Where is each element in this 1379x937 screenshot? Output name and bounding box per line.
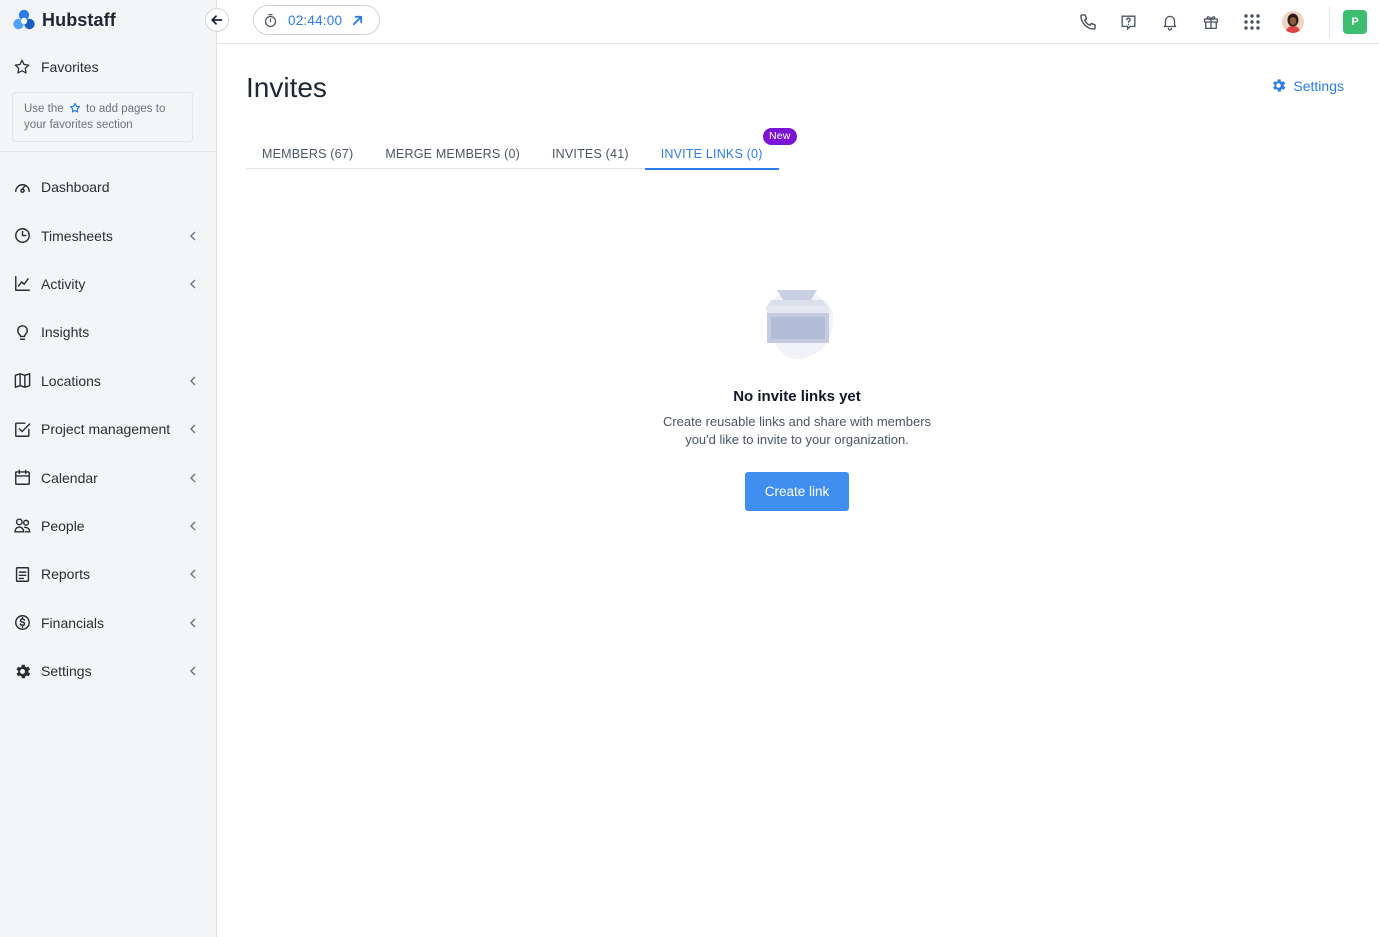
checkbox-icon [13, 420, 32, 439]
map-icon [13, 371, 32, 390]
new-badge: New [762, 128, 797, 145]
chevron-left-icon [188, 279, 198, 289]
user-menu-button[interactable] [1272, 0, 1313, 44]
notifications-button[interactable] [1149, 0, 1190, 44]
sidebar-divider [0, 151, 216, 152]
sidebar-item-project-management[interactable]: Project management [0, 405, 216, 453]
chevron-left-icon [188, 666, 198, 676]
favorites-hint-before: Use the [24, 103, 64, 115]
sidebar-item-reports[interactable]: Reports [0, 550, 216, 598]
chevron-left-icon [188, 521, 198, 531]
sidebar-item-activity[interactable]: Activity [0, 260, 216, 308]
avatar [1281, 11, 1304, 33]
activity-chart-icon [13, 274, 32, 293]
dollar-icon [13, 613, 32, 632]
sidebar-item-label: People [41, 517, 85, 534]
chevron-left-icon [188, 424, 198, 434]
sidebar-item-label: Timesheets [41, 227, 113, 244]
empty-state-desc-line: Create reusable links and share with mem… [662, 414, 932, 429]
tab-invite-links[interactable]: INVITE LINKS (0) New [644, 128, 797, 170]
empty-state-desc-line: you'd like to invite to your organizatio… [685, 431, 909, 447]
favorites-hint: Use the to add pages to your favorites s… [12, 92, 193, 142]
sidebar-item-settings[interactable]: Settings [0, 647, 216, 695]
gear-icon [1273, 79, 1286, 92]
apps-button[interactable] [1231, 0, 1272, 44]
top-bar: 02:44:00 P [217, 0, 1379, 44]
sidebar-item-timesheets[interactable]: Timesheets [0, 211, 216, 259]
tab-invites[interactable]: INVITES (41) [536, 138, 645, 169]
invites-tabs: MEMBERS (67) MERGE MEMBERS (0) INVITES (… [246, 128, 797, 170]
settings-link-label: Settings [1293, 77, 1344, 94]
sidebar-item-financials[interactable]: Financials [0, 599, 216, 647]
chevron-left-icon [188, 569, 198, 579]
sidebar-item-dashboard[interactable]: Dashboard [0, 163, 216, 211]
top-bar-actions: P [1067, 0, 1379, 44]
sidebar-item-label: Settings [41, 663, 92, 680]
bell-icon [1163, 15, 1176, 31]
sidebar-item-label: Insights [41, 324, 90, 341]
sidebar-item-label: Locations [41, 372, 101, 389]
arrow-left-icon [211, 15, 223, 25]
sidebar-item-locations[interactable]: Locations [0, 357, 216, 405]
gear-icon [13, 662, 32, 681]
chevron-left-icon [188, 376, 198, 386]
org-switcher[interactable]: P [1343, 10, 1367, 34]
clock-icon [13, 226, 32, 245]
sidebar-item-label: Dashboard [41, 179, 110, 196]
favorites-header[interactable]: Favorites [13, 56, 99, 78]
help-icon [1121, 14, 1136, 30]
calendar-icon [13, 468, 32, 487]
report-icon [13, 565, 32, 584]
sidebar-item-label: Reports [41, 566, 91, 583]
hubstaff-logo-icon [13, 9, 35, 30]
help-button[interactable] [1108, 0, 1149, 44]
tab-members[interactable]: MEMBERS (67) [246, 138, 369, 169]
sidebar-item-label: Calendar [41, 469, 98, 486]
empty-state-title: No invite links yet [733, 388, 861, 405]
brand-name: Hubstaff [42, 9, 116, 30]
chevron-left-icon [188, 618, 198, 628]
dashboard-icon [13, 178, 32, 197]
favorites-label: Favorites [41, 59, 99, 75]
collapse-sidebar-button[interactable] [205, 8, 229, 32]
empty-state-description: Create reusable links and share with mem… [597, 413, 997, 448]
hubstaff-logo[interactable]: Hubstaff [12, 8, 116, 32]
page-title: Invites [246, 72, 327, 103]
sidebar-item-label: Activity [41, 275, 86, 292]
apps-grid-icon [1243, 14, 1260, 30]
sidebar-item-people[interactable]: People [0, 502, 216, 550]
sidebar-item-calendar[interactable]: Calendar [0, 453, 216, 501]
gift-button[interactable] [1190, 0, 1231, 44]
stopwatch-icon [264, 13, 277, 27]
chevron-left-icon [188, 473, 198, 483]
tab-merge-members[interactable]: MERGE MEMBERS (0) [369, 138, 536, 169]
tab-invite-links-label: INVITE LINKS (0) [660, 146, 763, 161]
timer-widget[interactable]: 02:44:00 [253, 5, 380, 35]
phone-button[interactable] [1067, 0, 1108, 44]
people-icon [13, 516, 32, 535]
create-link-button[interactable]: Create link [745, 472, 849, 511]
sidebar: Hubstaff Favorites Use the to add pages … [0, 0, 217, 937]
arrow-up-right-icon[interactable] [352, 15, 363, 26]
chevron-left-icon [188, 231, 198, 241]
sidebar-nav: Dashboard Timesheets Activity Insights L… [0, 163, 216, 695]
topbar-divider [1329, 6, 1330, 38]
sidebar-item-label: Financials [41, 614, 105, 631]
lightbulb-icon [13, 323, 32, 342]
phone-icon [1079, 14, 1096, 30]
star-icon [14, 59, 30, 74]
sidebar-item-label: Project management [41, 421, 171, 438]
empty-state: No invite links yet Create reusable link… [597, 286, 997, 511]
star-icon [69, 102, 80, 113]
timer-value: 02:44:00 [288, 12, 343, 28]
empty-box-illustration [765, 290, 834, 360]
settings-link[interactable]: Settings [1270, 77, 1344, 94]
sidebar-item-insights[interactable]: Insights [0, 308, 216, 356]
gift-icon [1203, 16, 1218, 30]
